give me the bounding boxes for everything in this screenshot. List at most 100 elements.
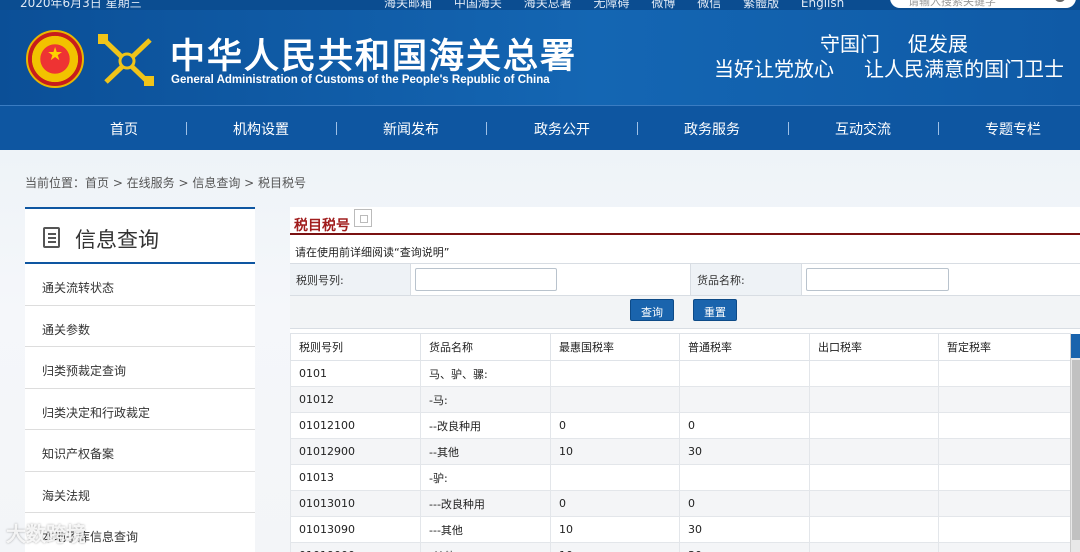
usage-notice[interactable]: 请在使用前详细阅读“查询说明” [290,237,1080,264]
scroll-up-button[interactable] [1071,334,1080,358]
sidebar-title: 信息查询 [75,228,159,252]
table-cell: 10 [550,542,680,552]
table-cell [938,360,1071,387]
nav-divider [486,122,487,135]
nav-item-interaction[interactable]: 互动交流 [835,119,891,139]
table-cell [809,490,939,517]
table-cell: 0 [550,412,680,439]
sidebar-item-ip-records[interactable]: 知识产权备案 [25,430,255,472]
nav-divider [938,122,939,135]
tariff-code-label: 税则号列: [290,264,411,295]
table-cell [809,464,939,491]
table-cell: -马: [420,386,551,413]
query-button[interactable]: 查询 [630,299,674,321]
table-cell: 30 [679,438,810,465]
table-cell: ---其他 [420,516,551,543]
table-cell: 10 [550,516,680,543]
page-title: 税目税号 [294,218,350,234]
nav-item-organization[interactable]: 机构设置 [233,119,289,139]
table-cell: -驴: [420,464,551,491]
table-cell [938,516,1071,543]
search-form: 税则号列: 货品名称: [290,264,1080,296]
col-header: 税则号列 [290,333,421,361]
nav-divider [788,122,789,135]
table-cell: 0101 [290,360,421,387]
table-row: 0101 马、驴、骡: [290,360,1071,387]
table-scrollbar[interactable] [1070,334,1080,552]
utility-link-accessibility[interactable]: 无障碍 [594,0,630,10]
col-header: 最惠国税率 [550,333,680,361]
table-cell [679,360,810,387]
table-cell [809,516,939,543]
table-cell: 0 [550,490,680,517]
table-cell [679,386,810,413]
national-emblem-icon [26,30,84,88]
table-cell: 0 [679,490,810,517]
table-cell: 30 [679,542,810,552]
title-decoration-icon [354,209,372,227]
top-utility-bar: 2020年6月3日 星期三 海关邮箱 中国海关 海关总署 无障碍 微博 微信 繁… [0,0,1080,10]
main-nav: 首页 机构设置 新闻发布 政务公开 政务服务 互动交流 专题专栏 [0,105,1080,150]
table-row: 01012100 --改良种用 0 0 [290,412,1071,439]
sidebar-item-classification-decisions[interactable]: 归类决定和行政裁定 [25,389,255,430]
utility-link-weibo[interactable]: 微博 [651,0,675,10]
sidebar-item-clearance-status[interactable]: 通关流转状态 [25,264,255,306]
table-cell: 01019000 [290,542,421,552]
form-actions: 查询 重置 [290,296,1080,329]
nav-item-news[interactable]: 新闻发布 [383,119,439,139]
site-title-cn: 中华人民共和国海关总署 [170,36,578,77]
table-row: 01013010 ---改良种用 0 0 [290,490,1071,517]
tariff-code-input[interactable] [415,268,557,291]
table-cell [938,490,1071,517]
utility-link-mail[interactable]: 海关邮箱 [384,0,432,10]
table-cell: 01012 [290,386,421,413]
table-cell: -其他 [420,542,551,552]
nav-item-topics[interactable]: 专题专栏 [985,119,1041,139]
site-search-input[interactable]: 请输入搜索关键字 [890,0,1076,8]
table-cell [550,386,680,413]
utility-link-gac[interactable]: 海关总署 [524,0,572,10]
sidebar-item-clearance-params[interactable]: 通关参数 [25,306,255,347]
sidebar-header: 信息查询 [25,207,255,264]
table-cell: 0 [679,412,810,439]
col-header: 货品名称 [420,333,551,361]
table-row: 01012 -马: [290,386,1071,413]
table-cell [550,360,680,387]
table-cell: 01012900 [290,438,421,465]
watermark-logo: 大数跨境 [6,522,86,546]
table-cell: 01012100 [290,412,421,439]
nav-item-gov-affairs[interactable]: 政务公开 [534,119,590,139]
table-row: 01013090 ---其他 10 30 [290,516,1071,543]
col-header: 出口税率 [809,333,939,361]
tariff-table: 税则号列 货品名称 最惠国税率 普通税率 出口税率 暂定税率 0101 马、驴、… [290,333,1071,552]
table-cell [809,386,939,413]
table-row: 01013 -驴: [290,464,1071,491]
table-cell: 01013090 [290,516,421,543]
search-icon[interactable] [1054,0,1066,2]
scrollbar-thumb[interactable] [1072,360,1080,540]
nav-item-gov-services[interactable]: 政务服务 [684,119,740,139]
site-header: 中华人民共和国海关总署 General Administration of Cu… [0,10,1080,105]
table-cell: 马、驴、骡: [420,360,551,387]
site-title-en: General Administration of Customs of the… [171,74,550,86]
col-header: 暂定税率 [938,333,1071,361]
utility-link-traditional[interactable]: 繁體版 [743,0,779,10]
slogan-text: 让人民满意的国门卫士 [864,57,1064,81]
utility-link-wechat[interactable]: 微信 [697,0,721,10]
nav-item-home[interactable]: 首页 [110,119,138,139]
utility-link-english[interactable]: English [801,0,844,10]
tariff-query-panel: 税目税号 请在使用前详细阅读“查询说明” 税则号列: 货品名称: 查询 重置 税… [290,207,1080,552]
table-cell [938,438,1071,465]
slogan-line-2: 当好让党放心 让人民满意的国门卫士 [714,53,1080,82]
site-search-placeholder: 请输入搜索关键字 [908,0,996,8]
document-icon [43,227,60,248]
table-cell [809,542,939,552]
utility-link-china-customs[interactable]: 中国海关 [454,0,502,10]
table-cell [938,412,1071,439]
table-cell [938,386,1071,413]
sidebar-item-customs-regulations[interactable]: 海关法规 [25,472,255,513]
table-cell: ---改良种用 [420,490,551,517]
reset-button[interactable]: 重置 [693,299,737,321]
sidebar-item-classification-preruling[interactable]: 归类预裁定查询 [25,347,255,389]
goods-name-input[interactable] [806,268,949,291]
